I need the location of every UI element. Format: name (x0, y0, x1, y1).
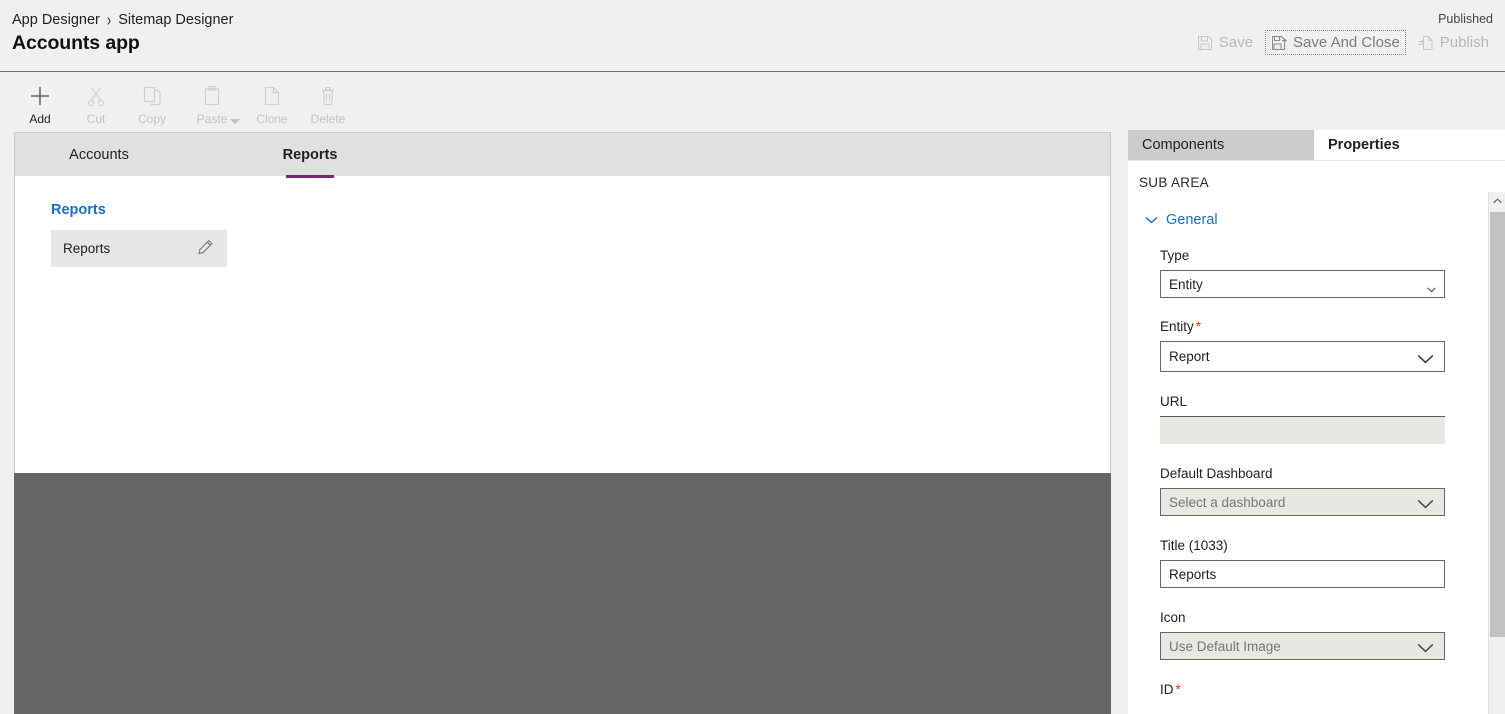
subarea-node-reports[interactable]: Reports (51, 230, 227, 267)
field-title-label: Title (1033) (1160, 538, 1228, 553)
add-button[interactable]: Add (12, 79, 68, 126)
field-title: Title (1033) Reports (1160, 538, 1445, 588)
delete-button-label: Delete (310, 112, 346, 126)
canvas-tabs: Accounts Reports (15, 133, 1110, 176)
save-button-label: Save (1218, 34, 1254, 51)
save-and-close-button-label: Save And Close (1293, 34, 1400, 51)
field-type: Type Entity (1160, 248, 1445, 298)
required-asterisk: * (1175, 682, 1181, 697)
sitemap-designer-page: App Designer › Sitemap Designer Accounts… (0, 0, 1505, 714)
field-id-label: ID * (1160, 682, 1445, 697)
icon-select-value: Use Default Image (1169, 638, 1281, 654)
field-default-dashboard: Default Dashboard Select a dashboard (1160, 466, 1445, 516)
plus-icon (29, 83, 51, 109)
required-asterisk: * (1195, 319, 1202, 334)
title-input[interactable]: Reports (1160, 560, 1445, 588)
field-id-label-text: ID (1160, 682, 1174, 697)
section-general-label: General (1166, 212, 1218, 228)
tab-properties[interactable]: Properties (1314, 130, 1505, 160)
clipboard-icon (202, 83, 222, 109)
command-bar: Add Cut Copy Paste Clone Delete (0, 73, 1505, 131)
panel-tabs: Components Properties (1128, 130, 1505, 160)
add-button-label: Add (29, 112, 51, 126)
tab-reports-label: Reports (282, 146, 338, 163)
subarea-heading: SUB AREA (1139, 175, 1209, 190)
field-entity: Entity * Report (1160, 319, 1445, 372)
scissors-icon (86, 83, 106, 109)
publish-icon (1418, 35, 1434, 51)
save-and-close-button[interactable]: Save And Close (1265, 30, 1406, 55)
panel-body: SUB AREA General Type Entity Entity * Re… (1128, 160, 1505, 714)
type-select[interactable]: Entity (1160, 270, 1445, 298)
save-icon (1197, 35, 1213, 51)
paste-button-label: Paste (196, 112, 228, 126)
chevron-down-icon (1417, 497, 1434, 509)
copy-icon (142, 83, 162, 109)
publish-button-label: Publish (1439, 34, 1489, 51)
breadcrumb: App Designer › Sitemap Designer (12, 9, 233, 30)
field-entity-label: Entity * (1160, 319, 1445, 334)
field-icon: Icon Use Default Image (1160, 610, 1445, 660)
canvas-body: Reports Reports (15, 176, 1110, 267)
tab-accounts[interactable]: Accounts (51, 133, 147, 176)
chevron-right-icon: › (106, 9, 112, 30)
field-icon-label: Icon (1160, 610, 1186, 625)
title-input-value: Reports (1169, 566, 1217, 582)
copy-button[interactable]: Copy (124, 79, 180, 126)
entity-select[interactable]: Report (1160, 341, 1445, 372)
sitemap-canvas: Accounts Reports Reports Reports (14, 132, 1111, 473)
clone-button[interactable]: Clone (244, 79, 300, 126)
app-header: App Designer › Sitemap Designer Accounts… (0, 0, 1505, 72)
field-id: ID * (1160, 682, 1445, 697)
cut-button[interactable]: Cut (68, 79, 124, 126)
scrollbar-thumb[interactable] (1490, 212, 1505, 637)
chevron-down-icon (1417, 352, 1434, 364)
subarea-node-label: Reports (63, 241, 111, 256)
header-actions: Save Save And Close Publish (1191, 30, 1495, 55)
default-dashboard-select[interactable]: Select a dashboard (1160, 488, 1445, 516)
publish-button[interactable]: Publish (1412, 30, 1495, 55)
panel-scrollbar[interactable] (1488, 192, 1505, 714)
delete-button[interactable]: Delete (300, 79, 356, 126)
save-and-close-icon (1271, 35, 1287, 51)
field-default-dashboard-label: Default Dashboard (1160, 466, 1273, 481)
tab-components[interactable]: Components (1128, 130, 1314, 160)
page-title: Accounts app (12, 32, 140, 54)
entity-select-value: Report (1169, 349, 1210, 364)
section-general[interactable]: General (1145, 212, 1505, 228)
chevron-down-icon (1145, 212, 1158, 228)
tab-reports[interactable]: Reports (262, 133, 358, 176)
chevron-down-icon[interactable] (230, 119, 240, 124)
pencil-icon[interactable] (197, 239, 214, 259)
group-title: Reports (51, 202, 106, 218)
publish-status-label: Published (1438, 12, 1493, 26)
tab-properties-label: Properties (1328, 137, 1400, 153)
clone-button-label: Clone (256, 112, 288, 126)
tab-components-label: Components (1142, 137, 1225, 153)
tab-accounts-label: Accounts (69, 146, 129, 163)
icon-select[interactable]: Use Default Image (1160, 632, 1445, 660)
scroll-up-arrow-icon[interactable] (1489, 192, 1505, 209)
clone-icon (262, 83, 282, 109)
url-input[interactable] (1160, 416, 1445, 444)
default-dashboard-placeholder: Select a dashboard (1169, 494, 1286, 510)
type-select-value: Entity (1169, 276, 1203, 292)
save-button[interactable]: Save (1191, 30, 1259, 55)
cut-button-label: Cut (86, 112, 106, 126)
breadcrumb-item-app-designer[interactable]: App Designer (12, 11, 100, 29)
paste-button[interactable]: Paste (180, 79, 244, 126)
canvas-dimmed-area (14, 473, 1111, 714)
field-type-label: Type (1160, 248, 1190, 263)
chevron-down-icon (1417, 641, 1434, 653)
trash-icon (318, 83, 338, 109)
copy-button-label: Copy (137, 112, 166, 126)
properties-panel: Components Properties SUB AREA General T… (1128, 130, 1505, 714)
field-entity-label-text: Entity (1160, 319, 1194, 334)
breadcrumb-item-sitemap-designer[interactable]: Sitemap Designer (118, 11, 233, 29)
field-url-label: URL (1160, 394, 1188, 409)
field-url: URL (1160, 394, 1445, 444)
chevron-down-icon (1427, 281, 1436, 293)
